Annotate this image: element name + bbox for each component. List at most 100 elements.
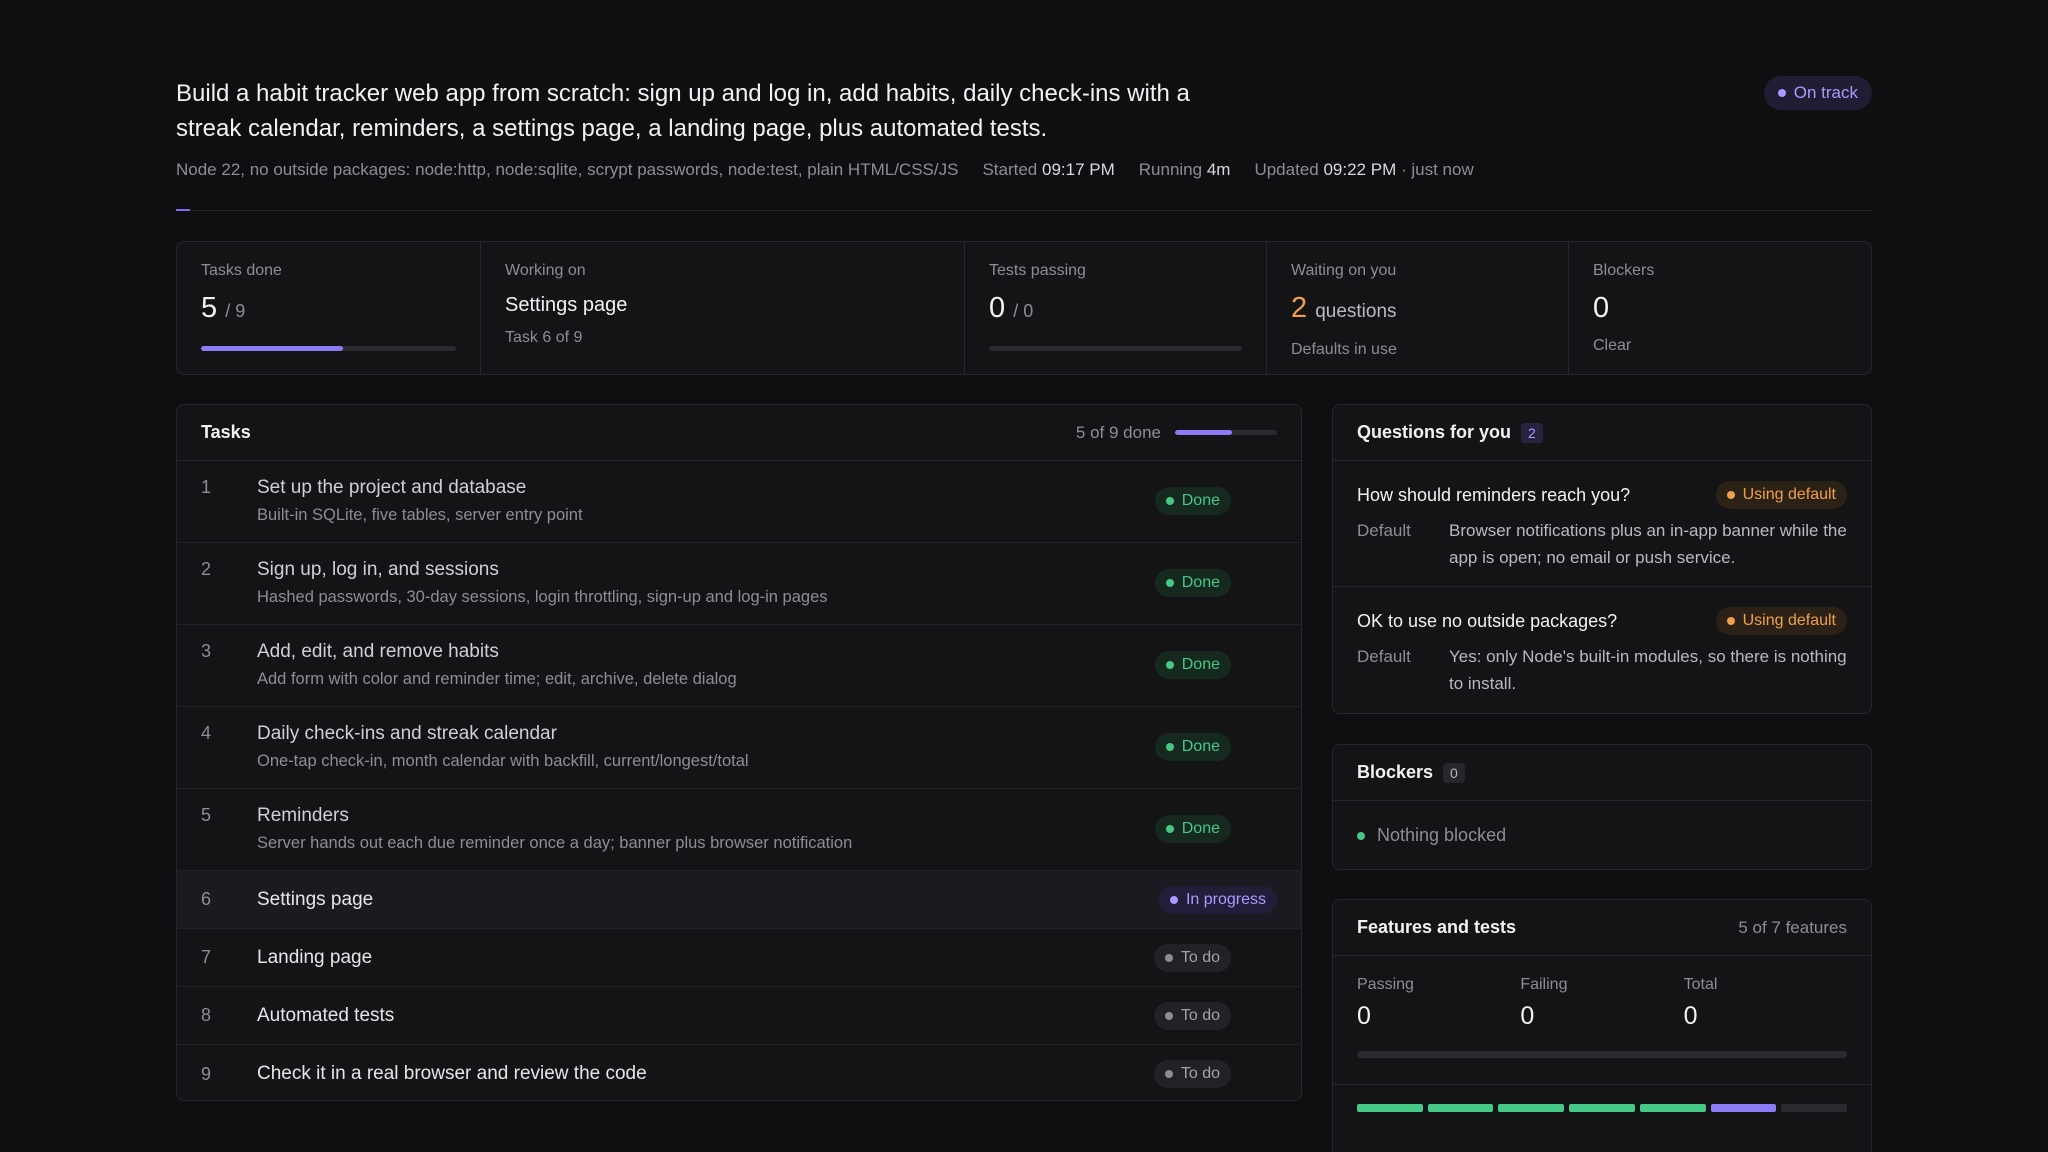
task-row[interactable]: 7 Landing page To do (177, 929, 1301, 987)
feature-stat-value: 0 (1520, 1002, 1535, 1030)
using-default-label: Using default (1742, 612, 1836, 629)
task-body: Automated tests (257, 1005, 1277, 1027)
waiting-value: 2 (1291, 292, 1308, 324)
stat-label: Tests passing (989, 262, 1086, 279)
question-default: Default Yes: only Node's built-in modules… (1357, 643, 1847, 697)
task-name: Daily check-ins and streak calendar (257, 723, 557, 744)
stat-label: Waiting on you (1291, 262, 1397, 279)
waiting-sub: Defaults in use (1291, 341, 1397, 358)
status-dot-icon (1165, 825, 1174, 833)
task-status-label: To do (1180, 1065, 1220, 1082)
task-description: Server hands out each due reminder once … (257, 834, 853, 852)
task-body: Settings page (257, 889, 1277, 911)
stat-blockers: Blockers 0 Clear (1569, 242, 1871, 374)
stat-value: 0 / 0 (989, 292, 1242, 327)
feature-segments (1333, 1085, 1871, 1112)
stat-label: Tasks done (201, 262, 282, 279)
question-item[interactable]: How should reminders reach you? Using def… (1333, 461, 1871, 587)
blockers-value: 0 (1593, 292, 1610, 324)
tests-passing-value: 0 (989, 292, 1006, 324)
questions-count-badge: 2 (1521, 422, 1543, 443)
feature-segment-done (1427, 1104, 1494, 1112)
task-row[interactable]: 6 Settings page In progress (177, 871, 1301, 929)
task-row[interactable]: 1 Set up the project and database Built-in… (177, 461, 1301, 543)
task-status-label: To do (1180, 1007, 1220, 1024)
task-number: 9 (201, 1063, 212, 1084)
question-text: How should reminders reach you? (1357, 484, 1631, 505)
updated-info: Updated 09:22 PM · just now (1254, 160, 1473, 180)
question-header: OK to use no outside packages? Using defa… (1357, 607, 1847, 635)
task-number: 6 (201, 889, 212, 909)
task-row[interactable]: 8 Automated tests To do (177, 987, 1301, 1045)
status-dot-icon (1164, 954, 1173, 962)
task-status-label: Done (1181, 656, 1220, 673)
task-number: 4 (201, 723, 212, 743)
page-title: Build a habit tracker web app from scrat… (176, 80, 1190, 142)
tasks-done-total: / 9 (225, 301, 246, 321)
task-body: Landing page (257, 947, 1277, 969)
stats-row: Tasks done 5 / 9 Working on Settings pag… (176, 241, 1872, 375)
questions-title-text: Questions for you (1357, 422, 1512, 442)
feature-stat-label: Passing (1357, 976, 1414, 993)
header: Build a habit tracker web app from scrat… (176, 76, 1872, 180)
task-description: Add form with color and reminder time; e… (257, 670, 737, 688)
task-row[interactable]: 2 Sign up, log in, and sessions Hashed pas… (177, 543, 1301, 625)
stat-value: 5 / 9 (201, 292, 456, 327)
task-status-badge: Done (1154, 651, 1231, 679)
task-row[interactable]: 9 Check it in a real browser and review t… (177, 1045, 1301, 1100)
task-row[interactable]: 5 Reminders Server hands out each due remi… (177, 789, 1301, 871)
status-dot-icon (1164, 1070, 1173, 1078)
status-dot-icon (1164, 1012, 1173, 1020)
tasks-panel: Tasks 5 of 9 done 1 Set up the project an… (176, 404, 1302, 1101)
status-dot-icon (1165, 661, 1174, 669)
task-status-label: Done (1181, 492, 1220, 509)
using-default-label: Using default (1742, 486, 1836, 503)
working-on-sub: Task 6 of 9 (505, 329, 583, 346)
task-body: Reminders Server hands out each due remin… (257, 805, 1277, 853)
feature-segment-done (1639, 1104, 1706, 1112)
tasks-progress-bar (1175, 430, 1277, 435)
started-info: Started 09:17 PM (982, 160, 1114, 180)
updated-suffix: · just now (1400, 160, 1474, 179)
task-row[interactable]: 3 Add, edit, and remove habits Add form wi… (177, 625, 1301, 707)
task-status-label: Done (1181, 738, 1220, 755)
dashboard: Build a habit tracker web app from scrat… (176, 0, 1872, 1152)
question-list: How should reminders reach you? Using def… (1333, 461, 1871, 713)
tasks-progress-fill (1175, 430, 1232, 435)
task-body: Check it in a real browser and review th… (257, 1063, 1277, 1085)
task-description: Built-in SQLite, five tables, server ent… (257, 506, 583, 524)
check-dot-icon (1357, 831, 1365, 840)
task-status-badge: To do (1153, 944, 1231, 972)
status-badge: On track (1763, 76, 1872, 110)
stat-working-on: Working on Settings page Task 6 of 9 (481, 242, 965, 374)
task-status-badge: Done (1154, 733, 1231, 761)
question-item[interactable]: OK to use no outside packages? Using defa… (1333, 587, 1871, 713)
stat-value: 2 questions (1291, 292, 1544, 328)
task-description: Hashed passwords, 30-day sessions, login… (257, 588, 828, 606)
question-default: Default Browser notifications plus an in-… (1357, 517, 1847, 571)
blockers-panel: Blockers 0 Nothing blocked (1332, 744, 1872, 870)
task-name: Reminders (257, 805, 349, 826)
features-stats: Passing 0 Failing 0 Total 0 (1333, 956, 1871, 1031)
status-dot-icon (1165, 579, 1174, 587)
feature-stat-total: Total 0 (1684, 976, 1847, 1031)
tasks-panel-header: Tasks 5 of 9 done (177, 405, 1301, 461)
status-dot-icon (1165, 497, 1174, 505)
features-panel: Features and tests 5 of 7 features Passi… (1332, 899, 1872, 1152)
started-time: 09:17 PM (1042, 160, 1115, 179)
default-label: Default (1357, 647, 1411, 666)
using-default-badge: Using default (1715, 607, 1847, 635)
stat-tests-passing: Tests passing 0 / 0 (965, 242, 1267, 374)
tasks-title: Tasks (201, 422, 251, 442)
stack-info: Node 22, no outside packages: node:http,… (176, 160, 959, 179)
task-status-badge: To do (1153, 1060, 1231, 1088)
blockers-title-text: Blockers (1357, 762, 1434, 782)
running-info: Running 4m (1139, 160, 1231, 180)
task-number: 3 (201, 641, 212, 661)
status-dot-icon (1777, 89, 1786, 97)
blockers-panel-header: Blockers 0 (1333, 745, 1871, 801)
task-name: Add, edit, and remove habits (257, 641, 499, 662)
task-row[interactable]: 4 Daily check-ins and streak calendar One-… (177, 707, 1301, 789)
feature-segment-done (1498, 1104, 1565, 1112)
stat-waiting-on-you: Waiting on you 2 questions Defaults in u… (1267, 242, 1569, 374)
